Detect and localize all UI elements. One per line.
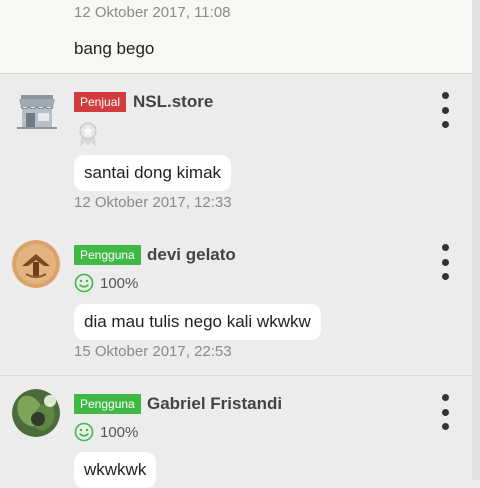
role-badge-user: Pengguna (74, 394, 141, 414)
username-link[interactable]: NSL.store (133, 92, 213, 112)
user-avatar[interactable] (12, 389, 60, 437)
comment-message: wkwkwk (74, 452, 157, 488)
comment-message: dia mau tulis nego kali wkwkw (74, 304, 321, 340)
comment-message: bang bego (74, 39, 155, 58)
rating-value: 100% (100, 274, 139, 292)
username-link[interactable]: Gabriel Fristandi (147, 394, 282, 414)
user-avatar[interactable] (12, 240, 60, 288)
more-vertical-icon[interactable] (438, 394, 452, 430)
comment-timestamp: 12 Oktober 2017, 11:08 (74, 4, 231, 21)
more-vertical-icon[interactable] (438, 244, 452, 280)
medal-icon (79, 122, 97, 146)
more-vertical-icon[interactable] (438, 92, 452, 128)
rating-row: 100% (74, 272, 138, 294)
role-badge-seller: Penjual (74, 92, 127, 112)
comment-timestamp: 15 Oktober 2017, 22:53 (74, 343, 232, 360)
comment-item-user (0, 376, 480, 480)
previous-comment: 12 Oktober 2017, 11:08 bang bego (0, 0, 472, 74)
scrollbar[interactable] (472, 0, 480, 480)
role-badge-user: Pengguna (74, 245, 141, 265)
comment-timestamp: 12 Oktober 2017, 12:33 (74, 194, 232, 211)
rating-row: 100% (74, 421, 138, 443)
comment-item-user (0, 227, 480, 376)
store-icon[interactable] (17, 95, 57, 129)
smiley-icon (74, 273, 94, 293)
comment-item-seller (0, 74, 480, 228)
smiley-icon (74, 422, 94, 442)
rating-value: 100% (100, 423, 139, 441)
username-link[interactable]: devi gelato (147, 245, 236, 265)
comment-message: santai dong kimak (74, 155, 232, 191)
